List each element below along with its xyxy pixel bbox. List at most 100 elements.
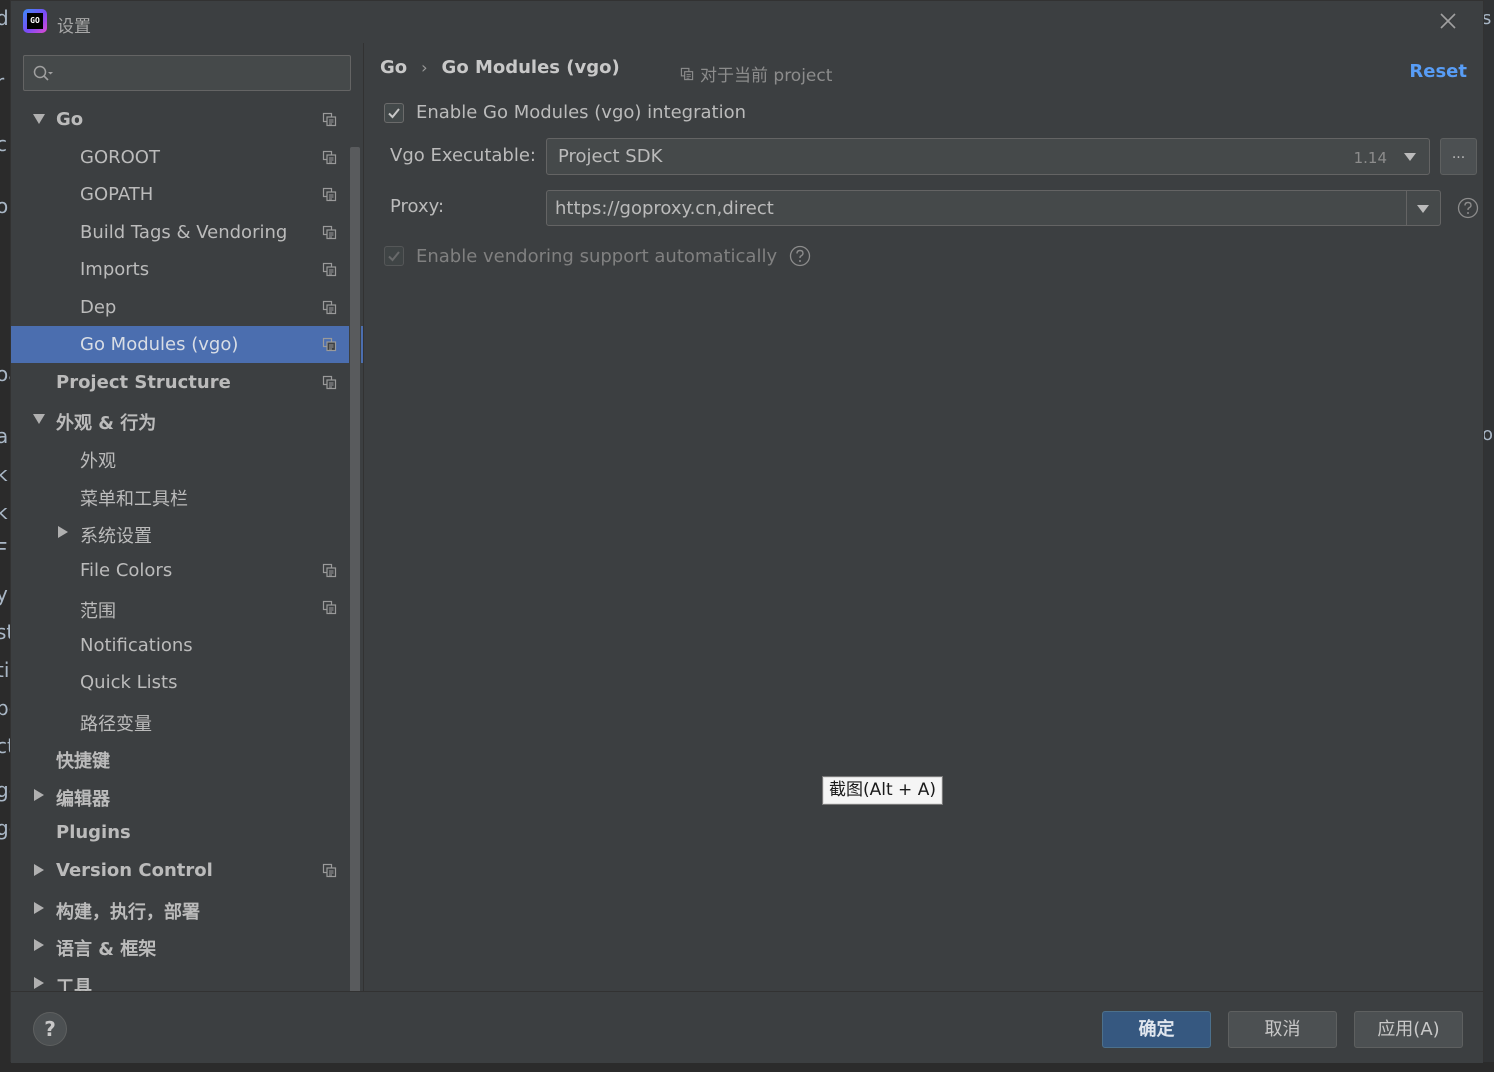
background-text-fragment: pe <box>0 696 10 720</box>
proxy-help-icon[interactable] <box>1457 197 1479 219</box>
settings-search-input[interactable] <box>58 56 348 90</box>
settings-search-box[interactable] <box>23 55 351 91</box>
tree-item-goroot[interactable]: GOROOT <box>11 139 363 176</box>
tree-item-系统设置[interactable]: 系统设置 <box>11 514 363 551</box>
expand-right-icon[interactable] <box>33 789 45 801</box>
breadcrumb: Go › Go Modules (vgo) <box>380 57 620 78</box>
tree-item-label: 外观 <box>80 451 116 472</box>
tree-item-label: Version Control <box>56 860 213 881</box>
project-level-icon <box>322 262 337 277</box>
search-icon <box>33 65 53 81</box>
background-text-fragment: F <box>0 538 8 562</box>
expand-right-icon[interactable] <box>57 526 69 538</box>
enable-vendoring-label: Enable vendoring support automatically <box>416 245 778 267</box>
project-level-icon <box>322 337 337 352</box>
cancel-button[interactable]: 取消 <box>1228 1011 1337 1048</box>
background-text-fragment: k <box>0 500 8 524</box>
project-level-icon <box>322 225 337 240</box>
tree-item-构建-执行-部署[interactable]: 构建，执行，部署 <box>11 890 363 927</box>
background-text-fragment: gc <box>0 778 10 802</box>
tree-item-go[interactable]: Go <box>11 101 363 138</box>
tree-item-quick-lists[interactable]: Quick Lists <box>11 664 363 701</box>
tree-item-plugins[interactable]: Plugins <box>11 814 363 851</box>
background-text-fragment: oa <box>0 362 10 386</box>
apply-button[interactable]: 应用(A) <box>1354 1011 1463 1048</box>
settings-dialog: GO 设置 Go GOROOT GOPATH Build Tags & Vendori… <box>10 0 1484 1063</box>
tree-item-label: Imports <box>80 259 150 280</box>
help-button[interactable]: ? <box>33 1012 67 1046</box>
tree-item-菜单和工具栏[interactable]: 菜单和工具栏 <box>11 477 363 514</box>
vgo-executable-value: Project SDK <box>558 146 663 167</box>
tree-item-编辑器[interactable]: 编辑器 <box>11 777 363 814</box>
breadcrumb-go[interactable]: Go <box>380 57 407 78</box>
breadcrumb-separator-icon: › <box>421 58 428 77</box>
background-window-right: seo <box>1482 0 1494 1072</box>
tree-item-build-tags-vendoring[interactable]: Build Tags & Vendoring <box>11 214 363 251</box>
scope-indicator: 对于当前 project <box>680 61 832 86</box>
enable-go-modules-checkbox[interactable] <box>384 102 404 123</box>
project-level-icon <box>322 187 337 202</box>
settings-content: Go › Go Modules (vgo) 对于当前 project Reset… <box>363 43 1483 991</box>
window-title: 设置 <box>57 17 91 37</box>
browse-button[interactable]: ... <box>1440 138 1477 175</box>
tree-item-label: Build Tags & Vendoring <box>80 222 288 243</box>
expand-right-icon[interactable] <box>33 902 45 914</box>
vendoring-help-icon[interactable] <box>789 245 811 267</box>
ok-button[interactable]: 确定 <box>1102 1011 1211 1048</box>
tree-item-label: 编辑器 <box>56 789 110 810</box>
close-icon[interactable] <box>1437 10 1459 32</box>
project-scope-icon <box>680 67 694 80</box>
expand-right-icon[interactable] <box>33 939 45 951</box>
tree-item-label: Go Modules (vgo) <box>80 334 239 355</box>
expand-right-icon[interactable] <box>33 864 45 876</box>
proxy-input[interactable] <box>555 191 1395 225</box>
tree-item-gopath[interactable]: GOPATH <box>11 176 363 213</box>
tree-item-label: Go <box>56 109 84 130</box>
vgo-executable-combobox[interactable]: Project SDK 1.14 <box>546 138 1430 175</box>
project-level-icon <box>322 600 337 615</box>
expand-down-icon[interactable] <box>33 113 45 125</box>
tree-item-外观-行为[interactable]: 外观 & 行为 <box>11 401 363 438</box>
sdk-version: 1.14 <box>1353 149 1387 167</box>
tree-item-dep[interactable]: Dep <box>11 289 363 326</box>
enable-vendoring-row: Enable vendoring support automatically <box>384 245 811 267</box>
proxy-dropdown-icon[interactable] <box>1416 204 1430 214</box>
expand-right-icon[interactable] <box>33 977 45 989</box>
expand-down-icon[interactable] <box>33 413 45 425</box>
vgo-executable-label: Vgo Executable: <box>390 145 536 166</box>
tree-item-file-colors[interactable]: File Colors <box>11 552 363 589</box>
tree-item-label: 构建，执行，部署 <box>56 902 200 923</box>
tree-item-工具[interactable]: 工具 <box>11 965 363 991</box>
tree-item-label: 菜单和工具栏 <box>80 489 188 510</box>
tree-item-go-modules-vgo[interactable]: Go Modules (vgo) <box>11 326 363 363</box>
tree-item-version-control[interactable]: Version Control <box>11 852 363 889</box>
checkmark-icon <box>388 251 400 262</box>
tree-item-label: Project Structure <box>56 372 231 393</box>
background-text-fragment: d <box>0 6 9 30</box>
tree-item-路径变量[interactable]: 路径变量 <box>11 702 363 739</box>
settings-tree: Go GOROOT GOPATH Build Tags & Vendoring Impo… <box>11 101 363 991</box>
tree-item-label: 范围 <box>80 601 116 622</box>
tree-scrollbar-thumb[interactable] <box>350 147 360 1023</box>
goland-logo-icon: GO <box>23 9 47 33</box>
tree-item-notifications[interactable]: Notifications <box>11 627 363 664</box>
tree-item-imports[interactable]: Imports <box>11 251 363 288</box>
tree-item-范围[interactable]: 范围 <box>11 589 363 626</box>
breadcrumb-go-modules: Go Modules (vgo) <box>441 57 620 78</box>
background-text-fragment: r <box>0 70 5 94</box>
project-level-icon <box>322 112 337 127</box>
scope-text: 对于当前 project <box>700 66 833 86</box>
background-text-fragment: a <box>0 424 9 448</box>
tree-item-外观[interactable]: 外观 <box>11 439 363 476</box>
background-text-fragment: ct <box>0 734 10 758</box>
enable-go-modules-row[interactable]: Enable Go Modules (vgo) integration <box>384 102 746 123</box>
proxy-combobox[interactable] <box>546 190 1441 226</box>
tree-item-project-structure[interactable]: Project Structure <box>11 364 363 401</box>
reset-link[interactable]: Reset <box>1409 61 1467 82</box>
title-bar: GO 设置 <box>11 1 1483 43</box>
proxy-divider <box>1406 191 1407 225</box>
enable-go-modules-label: Enable Go Modules (vgo) integration <box>416 102 747 123</box>
proxy-label: Proxy: <box>390 196 445 217</box>
tree-item-语言-框架[interactable]: 语言 & 框架 <box>11 927 363 964</box>
tree-item-快捷键[interactable]: 快捷键 <box>11 739 363 776</box>
